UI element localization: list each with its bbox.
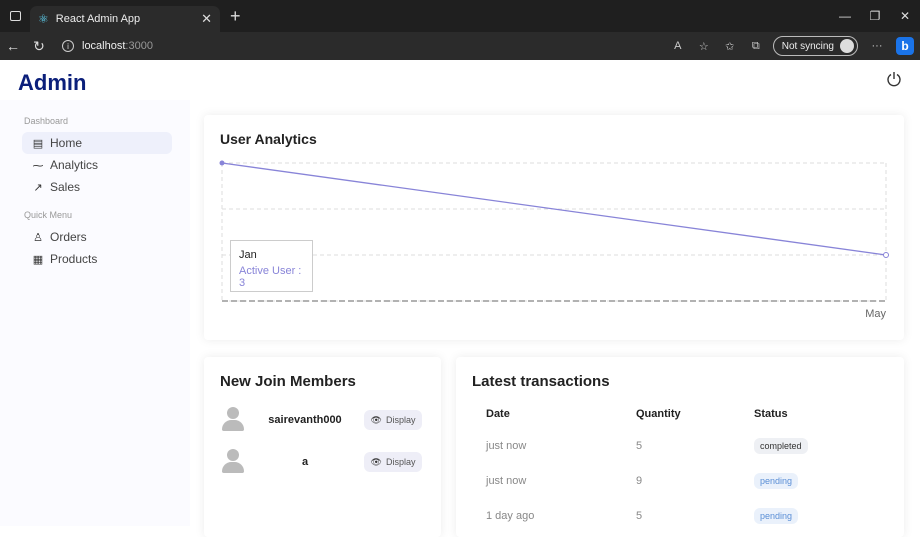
profile-avatar (840, 39, 854, 53)
react-icon: ⚛ (38, 12, 49, 26)
trending-up-icon: ↗ (33, 181, 43, 194)
browser-tab[interactable]: ⚛ React Admin App ✕ (30, 6, 220, 32)
back-icon[interactable]: ← (0, 38, 26, 54)
close-tab-icon[interactable]: ✕ (201, 11, 212, 27)
table-row: 1 day ago 5 pending (486, 506, 886, 526)
sidebar-item-label: Orders (50, 230, 87, 244)
member-row: a 👁 Display (220, 447, 430, 477)
power-icon[interactable] (886, 71, 902, 87)
admin-app: Admin Dashboard ▤ Home ⁓ Analytics ↗ Sal… (0, 60, 920, 537)
sidebar-section-title: Dashboard (24, 116, 69, 126)
user-analytics-chart[interactable]: May (204, 115, 904, 340)
sidebar-item-label: Analytics (50, 158, 99, 172)
sidebar-item-analytics[interactable]: ⁓ Analytics (22, 154, 172, 176)
sidebar-item-label: Home (50, 136, 83, 150)
eye-icon: 👁 (370, 414, 382, 425)
sidebar-item-orders[interactable]: ♙ Orders (22, 226, 172, 248)
tooltip-label: Jan (239, 249, 257, 261)
x-tick-label: May (865, 308, 886, 320)
row-date: just now (486, 475, 527, 487)
sidebar-item-label: Sales (50, 180, 81, 194)
display-button-label: Display (385, 415, 416, 425)
chart-tooltip: Jan Active User : 3 (230, 240, 313, 292)
row-quantity: 9 (636, 475, 643, 487)
favorite-add-icon[interactable]: ☆ (691, 40, 717, 53)
profile-sync-button[interactable]: Not syncing (772, 36, 858, 56)
restore-icon[interactable]: ❐ (860, 9, 890, 23)
table-header: Date Quantity Status (486, 406, 886, 422)
url-host: localhost (82, 40, 126, 52)
site-info-icon[interactable]: i (62, 40, 74, 52)
table-row: just now 5 completed (486, 436, 886, 456)
display-button-label: Display (385, 457, 416, 467)
browser-toolbar: A ☆ ✩ ⧉ Not syncing ··· b (665, 32, 914, 60)
tab-actions-icon[interactable] (0, 0, 30, 32)
person-icon: ♙ (33, 231, 43, 244)
member-row: sairevanth000 👁 Display (220, 405, 430, 435)
app-header: Admin (0, 60, 920, 100)
sync-label: Not syncing (781, 40, 834, 52)
member-name: sairevanth000 (268, 414, 342, 426)
user-analytics-card: User Analytics May Jan Active User : 3 (204, 115, 904, 340)
row-quantity: 5 (636, 440, 643, 452)
status-badge: pending (754, 508, 799, 524)
status-badge: pending (754, 473, 799, 489)
avatar (220, 407, 246, 433)
more-menu-icon[interactable]: ··· (864, 40, 890, 52)
favorites-icon[interactable]: ✩ (717, 40, 743, 53)
sidebar: Dashboard ▤ Home ⁓ Analytics ↗ Sales Qui… (0, 100, 190, 526)
home-icon: ▤ (32, 137, 44, 150)
display-button[interactable]: 👁 Display (364, 410, 422, 430)
tooltip-value: Active User : 3 (239, 265, 302, 289)
sidebar-item-label: Products (50, 252, 98, 266)
card-title: New Join Members (220, 373, 356, 390)
column-header-status: Status (754, 408, 788, 420)
minimize-icon[interactable]: — (830, 9, 860, 23)
read-aloud-icon[interactable]: A (665, 40, 691, 52)
storefront-icon: ▦ (32, 253, 44, 266)
sidebar-item-products[interactable]: ▦ Products (22, 248, 172, 270)
table-row: just now 9 pending (486, 471, 886, 491)
url-field[interactable]: i localhost :3000 (62, 40, 153, 52)
tab-title: React Admin App (55, 13, 141, 25)
refresh-icon[interactable]: ↻ (26, 38, 52, 55)
browser-tab-bar: ⚛ React Admin App ✕ + — ❐ ✕ (0, 0, 920, 32)
new-members-card: New Join Members sairevanth000 👁 Display… (204, 357, 441, 537)
new-tab-icon[interactable]: + (230, 7, 241, 25)
member-name: a (301, 456, 309, 468)
collections-icon[interactable]: ⧉ (743, 40, 769, 53)
data-point (219, 160, 225, 166)
row-date: just now (486, 440, 527, 452)
transactions-card: Latest transactions Date Quantity Status… (456, 357, 904, 537)
row-date: 1 day ago (486, 510, 535, 522)
close-window-icon[interactable]: ✕ (890, 9, 920, 23)
url-port: :3000 (125, 40, 153, 52)
avatar (220, 449, 246, 475)
display-button[interactable]: 👁 Display (364, 452, 422, 472)
row-quantity: 5 (636, 510, 643, 522)
bing-copilot-icon[interactable]: b (896, 37, 914, 55)
data-point (883, 252, 889, 258)
column-header-date: Date (486, 408, 510, 420)
address-bar: ← ↻ i localhost :3000 A ☆ ✩ ⧉ Not syncin… (0, 32, 920, 60)
trend-icon: ⁓ (32, 159, 44, 172)
status-badge: completed (754, 438, 808, 454)
window-controls: — ❐ ✕ (830, 0, 920, 32)
sidebar-section-title: Quick Menu (24, 210, 73, 220)
brand-logo[interactable]: Admin (18, 70, 86, 96)
sidebar-item-sales[interactable]: ↗ Sales (22, 176, 172, 198)
column-header-quantity: Quantity (636, 408, 681, 420)
eye-icon: 👁 (370, 456, 382, 467)
sidebar-item-home[interactable]: ▤ Home (22, 132, 172, 154)
card-title: Latest transactions (472, 373, 610, 390)
